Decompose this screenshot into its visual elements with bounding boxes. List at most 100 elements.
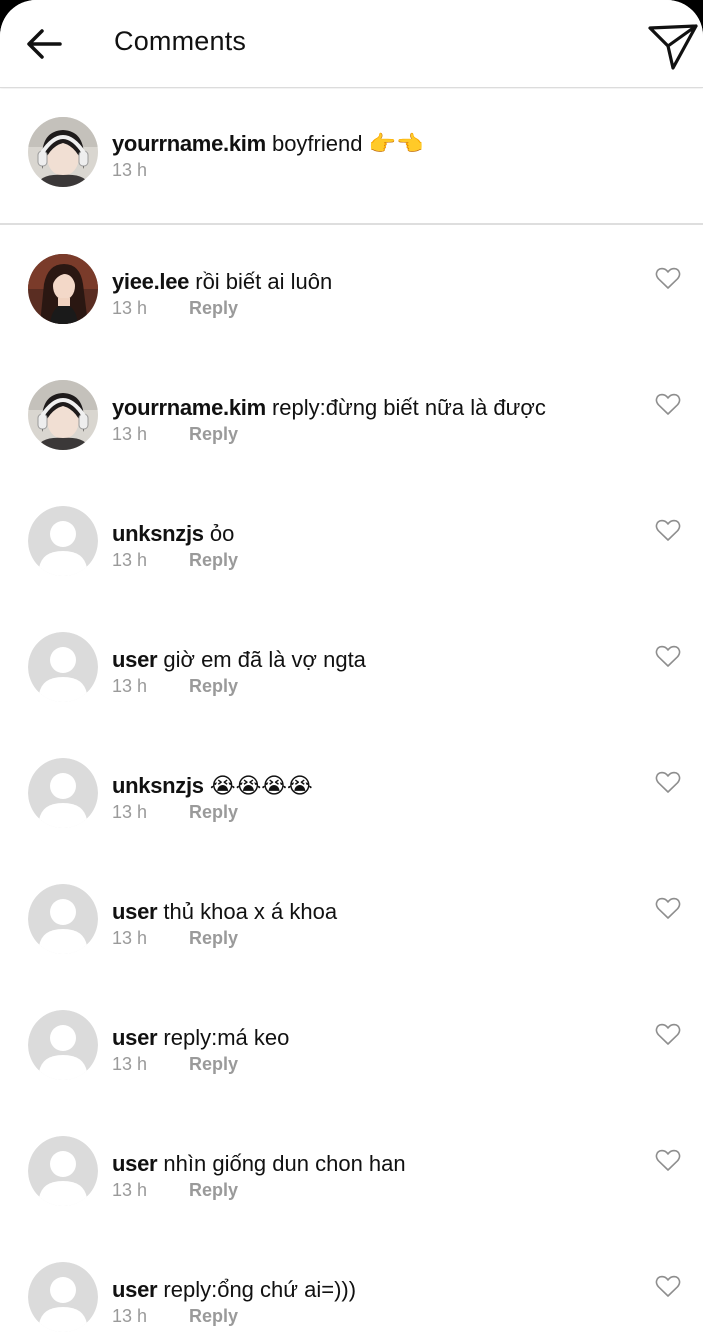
comment-row: unksnzjs ỏo 13 h Reply [0, 479, 703, 605]
back-button[interactable] [22, 22, 66, 66]
heart-icon [655, 267, 681, 295]
default-avatar-icon [28, 632, 98, 702]
reply-button[interactable]: Reply [189, 802, 238, 823]
comment-time: 13 h [112, 1180, 148, 1200]
comment-username[interactable]: user [112, 1151, 158, 1176]
like-button[interactable] [655, 771, 681, 795]
caption-username[interactable]: yourrname.kim [112, 131, 266, 156]
comment-text: reply:má keo [163, 1025, 290, 1050]
avatar[interactable] [28, 632, 98, 702]
avatar[interactable] [28, 380, 98, 450]
comment-text: reply:đừng biết nữa là được [271, 395, 546, 420]
avatar[interactable] [28, 506, 98, 576]
avatar[interactable] [28, 1136, 98, 1206]
default-avatar-icon [28, 884, 98, 954]
like-button[interactable] [655, 1023, 681, 1047]
avatar[interactable] [28, 117, 98, 187]
profile-photo [28, 380, 98, 450]
comment-text: rồi biết ai luôn [195, 269, 333, 294]
reply-button[interactable]: Reply [189, 1306, 238, 1327]
heart-icon [655, 645, 681, 673]
avatar[interactable] [28, 254, 98, 324]
comment-row: user giờ em đã là vợ ngta 13 h Reply [0, 605, 703, 731]
share-button[interactable] [646, 20, 700, 74]
comment-username[interactable]: user [112, 1025, 158, 1050]
comment-time: 13 h [112, 1306, 148, 1326]
heart-icon [655, 1149, 681, 1177]
comment-time: 13 h [112, 550, 148, 570]
like-button[interactable] [655, 519, 681, 543]
comment-username[interactable]: unksnzjs [112, 521, 204, 546]
heart-icon [655, 771, 681, 799]
comment-text: thủ khoa x á khoa [163, 899, 338, 924]
default-avatar-icon [28, 1262, 98, 1332]
paper-plane-icon [648, 24, 698, 70]
caption-text: boyfriend 👉👈 [271, 131, 424, 156]
comment-line: user thủ khoa x á khoa [112, 899, 337, 925]
reply-button[interactable]: Reply [189, 298, 238, 319]
like-button[interactable] [655, 897, 681, 921]
comment-time: 13 h [112, 1054, 148, 1074]
caption-line: yourrname.kim boyfriend 👉👈 [112, 131, 423, 157]
comment-row: user reply:ổng chứ ai=))) 13 h Reply [0, 1235, 703, 1337]
profile-photo [28, 117, 98, 187]
comment-line: user nhìn giống dun chon han [112, 1151, 406, 1177]
default-avatar-icon [28, 1136, 98, 1206]
reply-button[interactable]: Reply [189, 676, 238, 697]
comment-time: 13 h [112, 928, 148, 948]
comment-text: reply:ổng chứ ai=))) [163, 1277, 357, 1302]
comment-username[interactable]: yourrname.kim [112, 395, 266, 420]
caption-time: 13 h [112, 160, 148, 180]
post-caption: yourrname.kim boyfriend 👉👈 13 h [0, 89, 703, 225]
avatar[interactable] [28, 884, 98, 954]
profile-photo [28, 254, 98, 324]
comment-row: yourrname.kim reply:đừng biết nữa là đượ… [0, 353, 703, 479]
comment-row: unksnzjs 😭😭😭😭 13 h Reply [0, 731, 703, 857]
comment-text: ỏo [209, 521, 235, 546]
comments-screen: Comments yourrname.kim boyfriend 👉👈 13 h… [0, 0, 703, 1337]
like-button[interactable] [655, 267, 681, 291]
default-avatar-icon [28, 1010, 98, 1080]
comment-row: user thủ khoa x á khoa 13 h Reply [0, 857, 703, 983]
default-avatar-icon [28, 506, 98, 576]
comment-text: nhìn giống dun chon han [163, 1151, 406, 1176]
comment-line: user reply:ổng chứ ai=))) [112, 1277, 356, 1303]
reply-button[interactable]: Reply [189, 928, 238, 949]
heart-icon [655, 1023, 681, 1051]
comment-line: user giờ em đã là vợ ngta [112, 647, 366, 673]
like-button[interactable] [655, 1149, 681, 1173]
comment-row: yiee.lee rồi biết ai luôn 13 h Reply [0, 227, 703, 353]
like-button[interactable] [655, 1275, 681, 1299]
heart-icon [655, 519, 681, 547]
comment-row: user reply:má keo 13 h Reply [0, 983, 703, 1109]
like-button[interactable] [655, 393, 681, 417]
reply-button[interactable]: Reply [189, 1180, 238, 1201]
page-title: Comments [114, 26, 247, 56]
comment-username[interactable]: user [112, 899, 158, 924]
comment-line: unksnzjs ỏo [112, 521, 234, 547]
comment-username[interactable]: yiee.lee [112, 269, 189, 294]
top-bar: Comments [0, 0, 703, 88]
comment-line: user reply:má keo [112, 1025, 289, 1051]
heart-icon [655, 1275, 681, 1303]
comment-username[interactable]: user [112, 1277, 158, 1302]
comment-line: yiee.lee rồi biết ai luôn [112, 269, 332, 295]
arrow-left-icon [27, 29, 62, 59]
comment-line: unksnzjs 😭😭😭😭 [112, 773, 313, 799]
avatar[interactable] [28, 1010, 98, 1080]
avatar[interactable] [28, 1262, 98, 1332]
comment-time: 13 h [112, 802, 148, 822]
heart-icon [655, 393, 681, 421]
avatar[interactable] [28, 758, 98, 828]
reply-button[interactable]: Reply [189, 424, 238, 445]
reply-button[interactable]: Reply [189, 1054, 238, 1075]
comment-line: yourrname.kim reply:đừng biết nữa là đượ… [112, 395, 546, 421]
reply-button[interactable]: Reply [189, 550, 238, 571]
comment-username[interactable]: user [112, 647, 158, 672]
like-button[interactable] [655, 645, 681, 669]
comment-row: user nhìn giống dun chon han 13 h Reply [0, 1109, 703, 1235]
heart-icon [655, 897, 681, 925]
comment-username[interactable]: unksnzjs [112, 773, 204, 798]
comment-text: 😭😭😭😭 [209, 773, 313, 798]
comment-time: 13 h [112, 298, 148, 318]
